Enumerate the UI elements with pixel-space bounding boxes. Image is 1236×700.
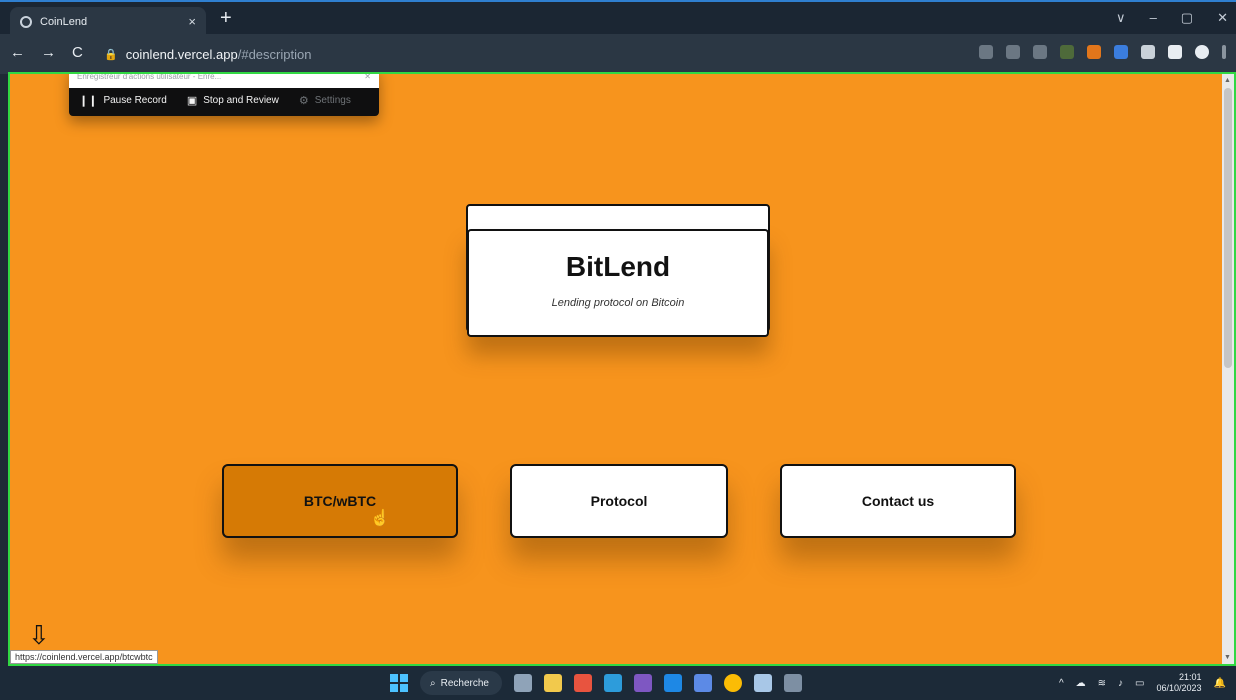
gear-icon: ⚙ [298,95,309,107]
taskbar-apps: ⌕ Recherche [390,671,802,695]
scroll-up-icon[interactable]: ▲ [1224,77,1231,84]
url-host: coinlend.vercel.app [125,46,238,62]
chrome-icon[interactable] [724,674,742,692]
taskbar-search[interactable]: ⌕ Recherche [420,671,502,695]
volume-icon[interactable]: ♪ [1118,678,1123,689]
github-desktop-icon[interactable] [634,674,652,692]
stop-icon: ▣ [186,95,198,107]
wifi-icon[interactable]: ≋ [1098,678,1106,689]
reload-icon[interactable]: C [72,44,83,61]
url-field[interactable]: 🔒 coinlend.vercel.app /#description [104,42,964,66]
clock-date: 06/10/2023 [1156,683,1202,693]
close-window-button[interactable]: ✕ [1217,10,1228,26]
task-view-icon[interactable] [514,674,532,692]
puzzle-icon[interactable] [1141,45,1155,59]
tab-coinlend[interactable]: CoinLend × [10,7,206,36]
action-recorder-panel: Enregistreur d'actions utilisateur - Enr… [69,72,379,116]
search-label: Recherche [440,677,489,689]
address-bar: ← → C 🔒 coinlend.vercel.app /#descriptio… [0,34,1236,74]
sidepanel-icon[interactable] [1168,45,1182,59]
battery-icon[interactable]: ▭ [1135,678,1144,689]
browser-titlebar: CoinLend × + ∨ – ▢ ✕ [0,0,1236,36]
windows-taskbar: ⌕ Recherche ^ ☁ ≋ ♪ ▭ 21:01 06/10/2023 🔔 [0,666,1236,700]
settings-label: Settings [314,95,351,106]
search-icon: ⌕ [430,677,436,689]
page-subtitle: Lending protocol on Bitcoin [551,297,685,309]
clock[interactable]: 21:01 06/10/2023 [1157,672,1202,694]
clock-time: 21:01 [1179,672,1202,682]
brave-browser-icon[interactable] [574,674,592,692]
settings-button[interactable]: ⚙ Settings [299,94,351,107]
scrollbar-thumb[interactable] [1224,88,1232,368]
snipping-tool-icon[interactable] [784,674,802,692]
hand-pointer-icon: ☝ [370,510,390,527]
extension-dots-icon[interactable] [1060,45,1074,59]
pause-record-label: Pause Record [103,95,167,106]
profile-icon[interactable] [1195,45,1209,59]
forward-arrow-icon[interactable]: → [41,44,56,61]
pause-record-button[interactable]: ❙❙ Pause Record [79,94,167,107]
contact-us-button[interactable]: Contact us [780,464,1016,538]
tab-search-icon[interactable]: ∨ [1116,10,1126,26]
hero-card: BitLend Lending protocol on Bitcoin [467,229,769,337]
translate-icon[interactable] [979,45,993,59]
new-tab-button[interactable]: + [220,8,232,28]
stop-and-review-button[interactable]: ▣ Stop and Review [187,94,279,107]
mail-icon[interactable] [604,674,622,692]
nav-buttons: ← → C [10,44,83,61]
back-arrow-icon[interactable]: ← [10,44,25,61]
calculator-icon[interactable] [754,674,772,692]
notepad-icon[interactable] [694,674,712,692]
page-scrollbar[interactable]: ▲ ▼ [1222,74,1234,664]
scroll-down-icon[interactable]: ▼ [1224,654,1231,661]
metamask-icon[interactable] [1087,45,1101,59]
menu-icon[interactable] [1222,45,1226,59]
page-viewport: Enregistreur d'actions utilisateur - Enr… [8,72,1236,666]
vscode-icon[interactable] [664,674,682,692]
status-bar-url: https://coinlend.vercel.app/btcwbtc [10,650,158,664]
globe-icon [20,15,32,28]
protocol-button[interactable]: Protocol [510,464,728,538]
notification-bell-icon[interactable]: 🔔 [1214,678,1226,689]
stop-review-label: Stop and Review [203,95,279,106]
recorder-title: Enregistreur d'actions utilisateur - Enr… [77,72,222,81]
star-icon[interactable] [1033,45,1047,59]
extension-blue-icon[interactable] [1114,45,1128,59]
url-path: /#description [237,46,312,62]
lock-icon: 🔒 [104,48,118,61]
system-tray: ^ ☁ ≋ ♪ ▭ 21:01 06/10/2023 🔔 [1059,672,1226,694]
scroll-down-arrow-icon[interactable]: ⇩ [28,620,50,651]
file-explorer-icon[interactable] [544,674,562,692]
recorder-close-icon[interactable]: ✕ [364,74,371,84]
window-controls: ∨ – ▢ ✕ [1116,10,1228,26]
tab-close-icon[interactable]: × [188,14,196,29]
pause-icon: ❙❙ [79,95,98,107]
minimize-button[interactable]: – [1150,10,1157,26]
tab-title: CoinLend [40,15,88,28]
windows-start-icon[interactable] [390,674,408,692]
share-icon[interactable] [1006,45,1020,59]
maximize-button[interactable]: ▢ [1181,10,1193,26]
chevron-up-icon[interactable]: ^ [1059,678,1064,689]
onedrive-icon[interactable]: ☁ [1076,678,1086,689]
recorder-titlebar: Enregistreur d'actions utilisateur - Enr… [69,72,379,88]
page-title: BitLend [565,251,671,282]
extension-icons [979,45,1226,59]
btc-wbtc-button[interactable]: BTC/wBTC [222,464,458,538]
